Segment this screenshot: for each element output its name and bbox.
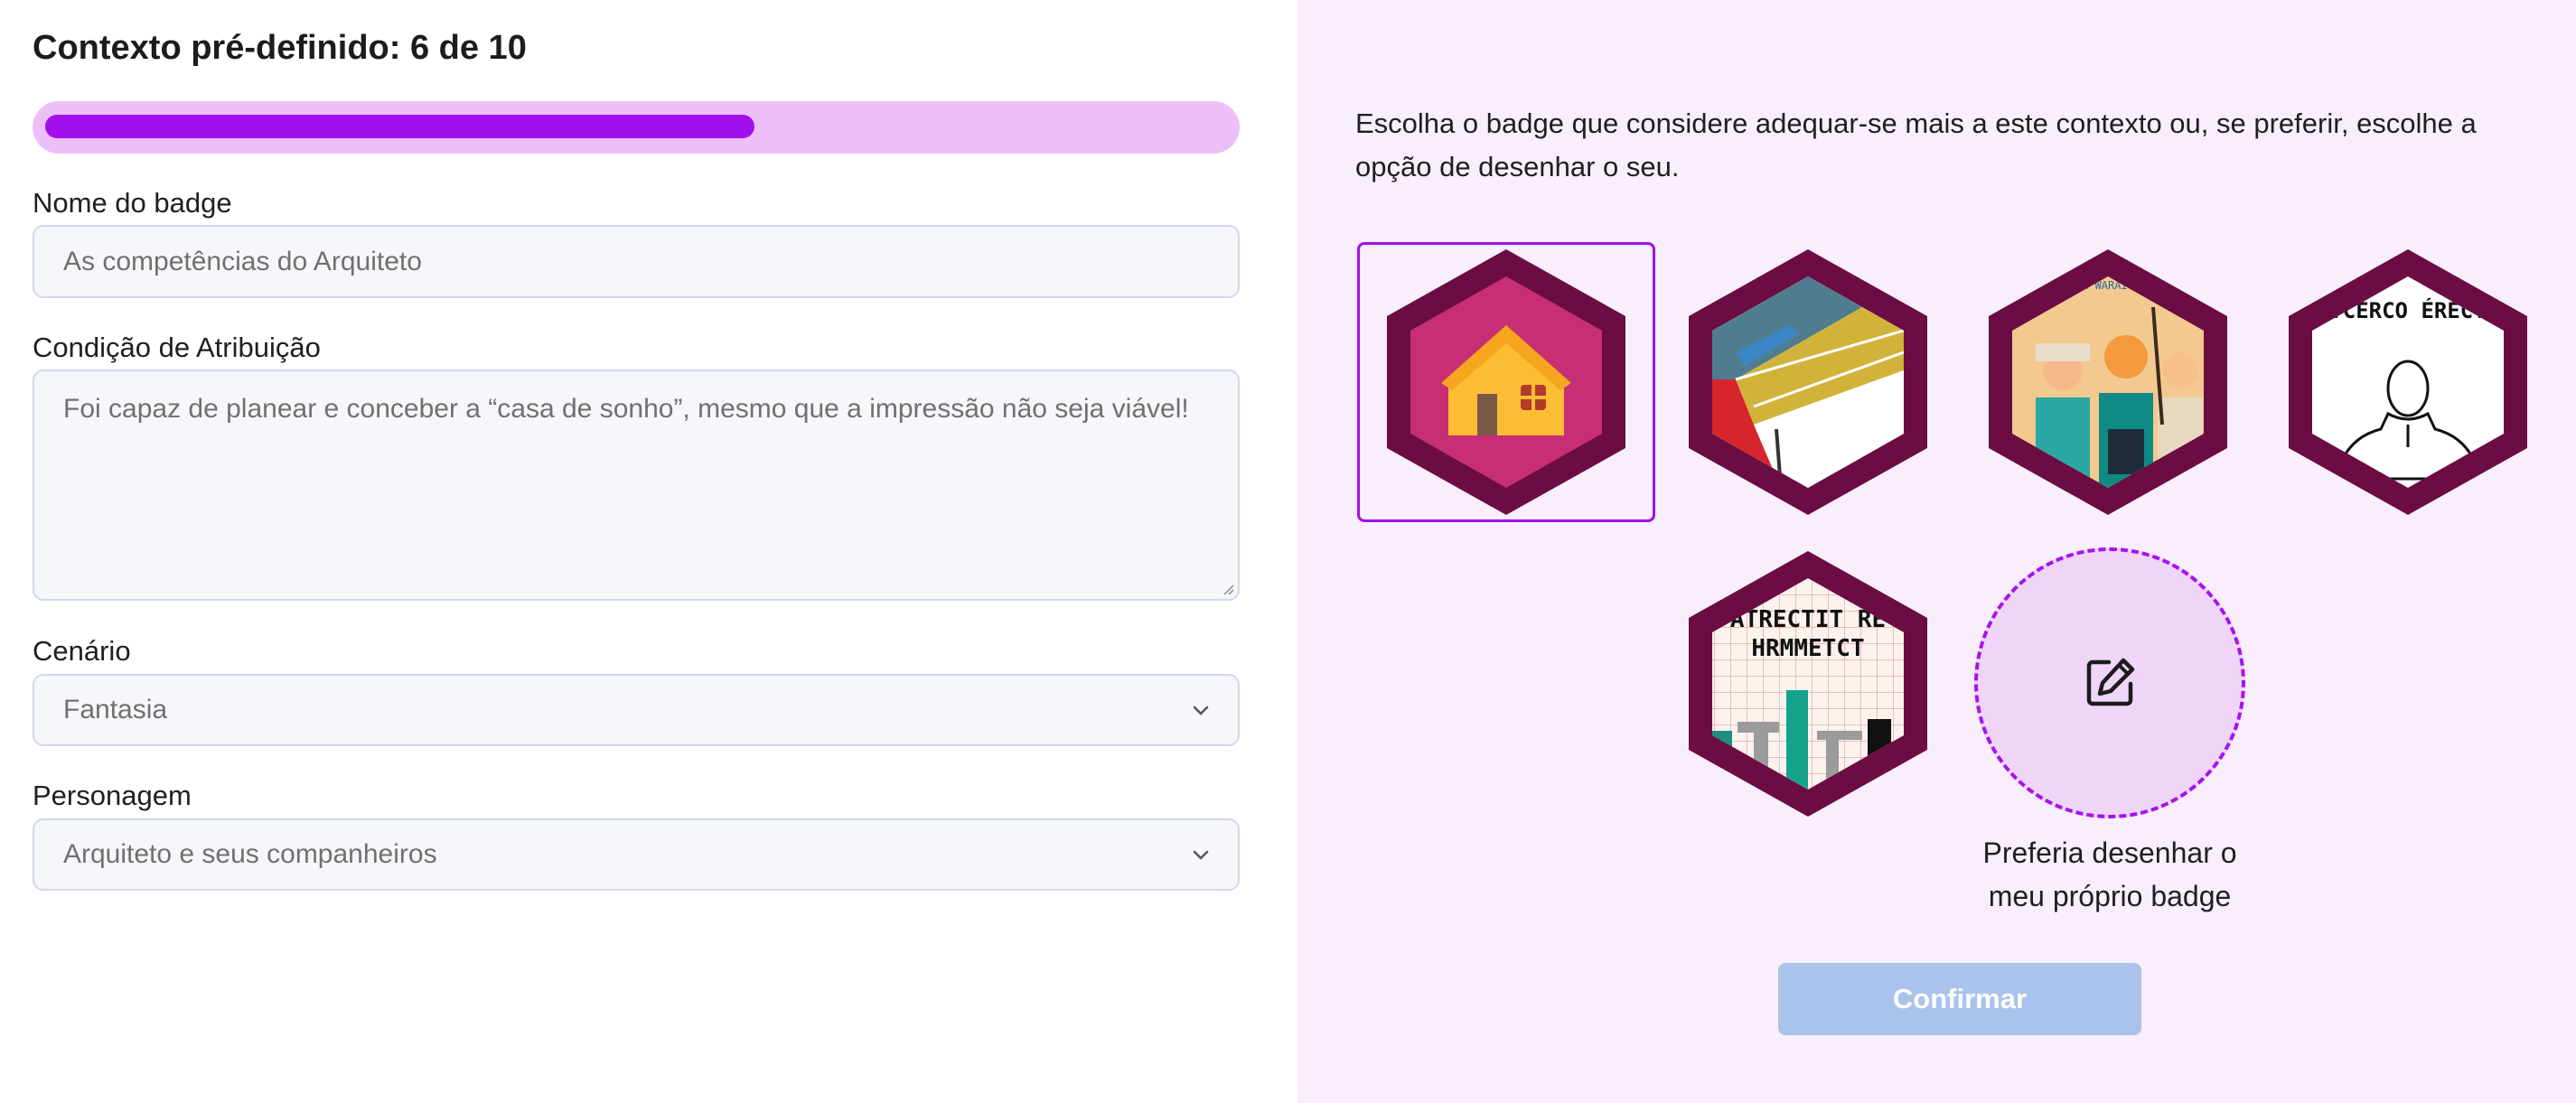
- condition-textarea[interactable]: Foi capaz de planear e conceber a “casa …: [33, 369, 1240, 601]
- condition-placeholder: Foi capaz de planear e conceber a “casa …: [63, 394, 1189, 424]
- chevron-down-icon: [1193, 706, 1209, 715]
- progress-bar: [33, 101, 1240, 154]
- figure-sketch-icon: RTCERCO ÉRECTO: [2289, 249, 2527, 515]
- character-value: Arquiteto e seus companheiros: [63, 839, 437, 869]
- badge-name-placeholder: As competências do Arquiteto: [63, 246, 422, 276]
- scenario-value: Fantasia: [63, 695, 168, 724]
- badge-option-blueprint[interactable]: ATRECTIT RE HRMMETCT: [1659, 544, 1957, 824]
- page: Contexto pré-definido: 6 de 10 Nome do b…: [0, 0, 2576, 1103]
- badge-5-text-b: HRMMETCT: [1751, 635, 1864, 662]
- confirm-button[interactable]: Confirmar: [1778, 963, 2141, 1035]
- badge-name-label: Nome do badge: [33, 187, 232, 219]
- page-title: Contexto pré-definido: 6 de 10: [33, 29, 527, 67]
- progress-fill: [45, 115, 754, 138]
- resize-grip-icon[interactable]: [1220, 581, 1234, 595]
- badge-instructions: Escolha o badge que considere adequar-se…: [1355, 107, 2477, 182]
- architecture-abstract-icon: [1689, 249, 1927, 515]
- badge-option-figure-sketch[interactable]: RTCERCO ÉRECTO: [2259, 242, 2557, 522]
- badge-option-architecture[interactable]: [1659, 242, 1957, 522]
- badge-chooser-panel: Escolha o badge que considere adequar-se…: [1297, 0, 2576, 1103]
- architect-team-icon: NA IA AH WARAIC IIA AH: [1989, 249, 2227, 515]
- badge-option-house[interactable]: [1357, 242, 1655, 522]
- scenario-select[interactable]: Fantasia: [33, 674, 1240, 746]
- badge-5-text-a: ATRECTIT RE: [1730, 606, 1886, 633]
- chevron-down-icon: [1193, 850, 1209, 860]
- character-label: Personagem: [33, 780, 192, 811]
- badge-name-input[interactable]: As competências do Arquiteto: [33, 225, 1240, 298]
- scenario-label: Cenário: [33, 635, 131, 667]
- draw-own-badge-label: Preferia desenhar o meu próprio badge: [1982, 837, 2237, 912]
- condition-label: Condição de Atribuição: [33, 332, 321, 363]
- character-select[interactable]: Arquiteto e seus companheiros: [33, 818, 1240, 891]
- edit-icon: [2086, 658, 2135, 706]
- badge-option-architect-team[interactable]: NA IA AH WARAIC IIA AH: [1959, 242, 2257, 522]
- house-icon: [1387, 249, 1625, 515]
- context-form-panel: Contexto pré-definido: 6 de 10 Nome do b…: [0, 0, 1297, 1103]
- draw-own-badge-button[interactable]: [1974, 547, 2245, 818]
- blueprint-icon: ATRECTIT RE HRMMETCT: [1689, 551, 1927, 817]
